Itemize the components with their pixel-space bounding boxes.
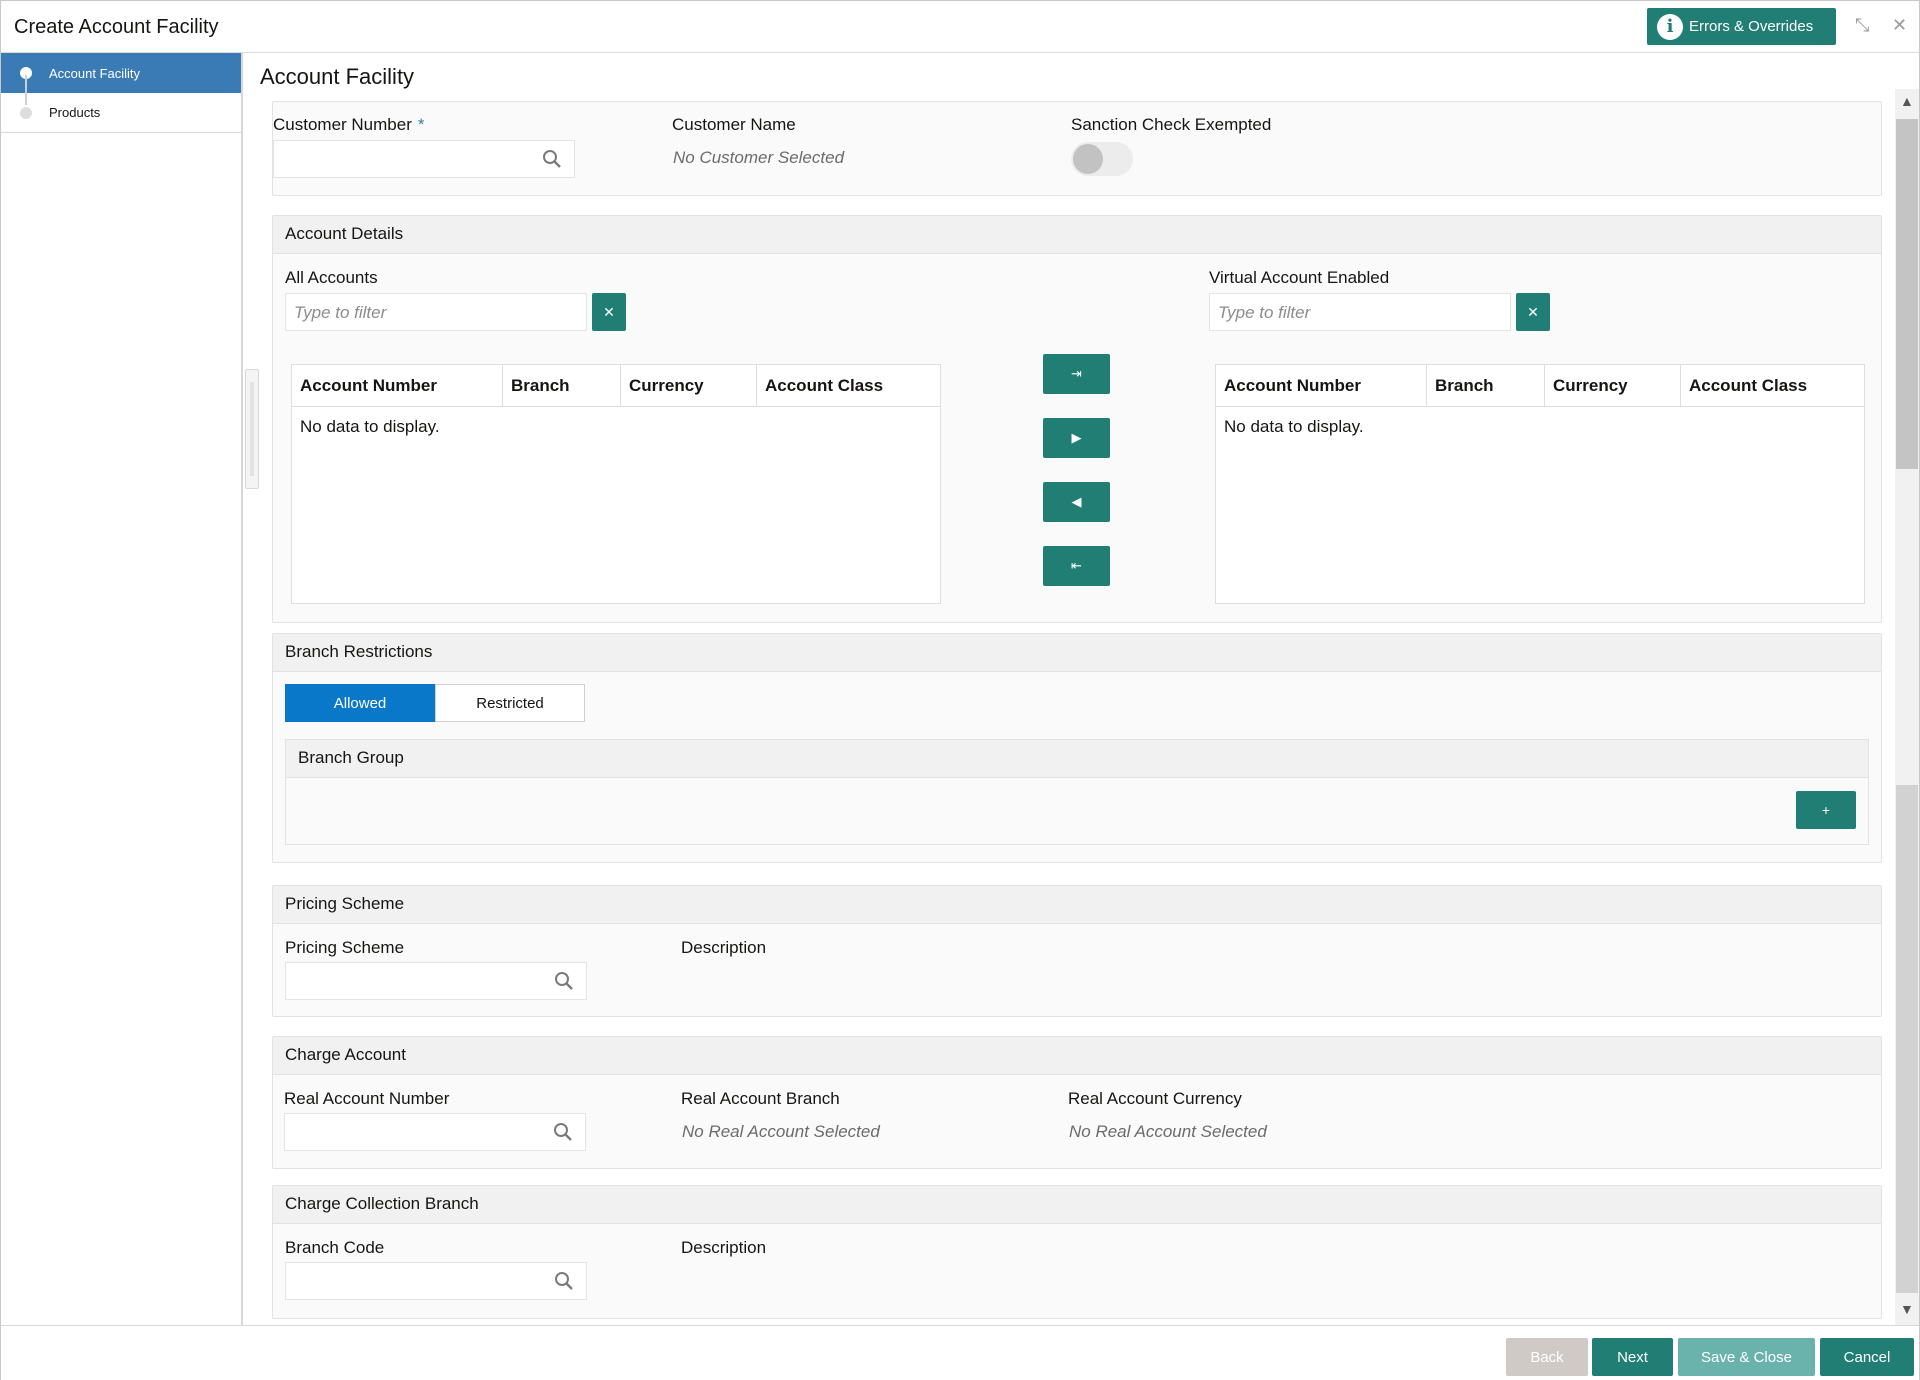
- move-all-right-button[interactable]: ⇥: [1043, 354, 1110, 394]
- required-mark: *: [417, 115, 425, 134]
- main-scrollbar[interactable]: ▲ ▼: [1895, 89, 1919, 1325]
- charge-collection-branch-header: Charge Collection Branch: [273, 1186, 1881, 1224]
- customer-name-value: No Customer Selected: [673, 148, 845, 167]
- minimize-icon[interactable]: ⤡: [1855, 15, 1869, 36]
- page-title: Account Facility: [260, 64, 415, 89]
- add-branch-group-button[interactable]: +: [1796, 791, 1856, 829]
- pricing-scheme-label: Pricing Scheme: [285, 938, 405, 957]
- scrollbar-thumb[interactable]: [1896, 119, 1918, 469]
- branch-code-input[interactable]: [285, 1262, 587, 1300]
- sidebar-resize-handle[interactable]: [245, 369, 259, 489]
- account-details-header: Account Details: [273, 216, 1881, 254]
- pricing-scheme-input[interactable]: [285, 962, 587, 1000]
- all-accounts-table: Account Number Branch Currency Account C…: [291, 364, 941, 604]
- create-account-facility-window: Create Account Facility i Errors & Overr…: [0, 0, 1920, 1380]
- empty-message: No data to display.: [1224, 417, 1364, 436]
- clear-all-filter-button[interactable]: ✕: [592, 293, 626, 331]
- column-header[interactable]: Branch: [503, 365, 621, 406]
- cancel-button[interactable]: Cancel: [1820, 1338, 1914, 1376]
- real-account-branch-label: Real Account Branch: [681, 1089, 840, 1108]
- real-account-number-label: Real Account Number: [284, 1089, 450, 1108]
- sanction-check-label: Sanction Check Exempted: [1071, 115, 1272, 134]
- real-account-currency-value: No Real Account Selected: [1069, 1122, 1267, 1141]
- sidebar-item-account-facility[interactable]: Account Facility: [1, 53, 241, 93]
- empty-message: No data to display.: [300, 417, 440, 436]
- footer-bar: Back Next Save & Close Cancel: [1, 1325, 1919, 1380]
- scroll-up-icon[interactable]: ▲: [1900, 93, 1914, 109]
- customer-number-label: Customer Number *: [273, 115, 425, 134]
- branch-description-label: Description: [681, 1238, 767, 1257]
- move-all-right-icon: ⇥: [1071, 366, 1082, 381]
- step-pending-icon: [20, 106, 32, 119]
- pricing-scheme-header: Pricing Scheme: [273, 886, 1881, 924]
- all-accounts-filter-input[interactable]: Type to filter: [285, 293, 587, 331]
- charge-account-header: Charge Account: [273, 1037, 1881, 1075]
- column-header[interactable]: Branch: [1427, 365, 1545, 406]
- move-all-left-icon: ⇤: [1071, 558, 1082, 573]
- allowed-segment[interactable]: Allowed: [285, 684, 435, 722]
- customer-number-input[interactable]: [273, 140, 575, 178]
- virtual-accounts-table: Account Number Branch Currency Account C…: [1215, 364, 1865, 604]
- column-header[interactable]: Account Class: [1681, 365, 1864, 406]
- next-button[interactable]: Next: [1592, 1338, 1673, 1376]
- window-title: Create Account Facility: [14, 16, 219, 38]
- column-header[interactable]: Currency: [621, 365, 757, 406]
- errors-overrides-label: Errors & Overrides: [1689, 18, 1814, 35]
- real-account-number-input[interactable]: [284, 1113, 586, 1151]
- search-icon[interactable]: [542, 149, 562, 169]
- close-icon[interactable]: ✕: [1892, 15, 1907, 36]
- table-header: Account Number Branch Currency Account C…: [1216, 365, 1864, 407]
- virtual-account-label: Virtual Account Enabled: [1209, 268, 1390, 287]
- sidebar-item-label: Account Facility: [49, 65, 141, 81]
- clear-icon: ✕: [603, 303, 615, 320]
- table-header: Account Number Branch Currency Account C…: [292, 365, 940, 407]
- move-left-icon: ◀: [1071, 494, 1082, 509]
- move-right-button[interactable]: ▶: [1043, 418, 1110, 458]
- toggle-knob: [1073, 144, 1103, 174]
- customer-name-label: Customer Name: [672, 115, 796, 134]
- column-header[interactable]: Account Class: [757, 365, 940, 406]
- search-icon[interactable]: [554, 971, 574, 991]
- save-close-button[interactable]: Save & Close: [1678, 1338, 1815, 1376]
- sidebar-item-label: Products: [49, 105, 101, 120]
- column-header[interactable]: Account Number: [1216, 365, 1427, 406]
- restricted-segment[interactable]: Restricted: [435, 684, 585, 722]
- virtual-accounts-filter-input[interactable]: Type to filter: [1209, 293, 1511, 331]
- clear-virtual-filter-button[interactable]: ✕: [1516, 293, 1550, 331]
- sanction-check-toggle[interactable]: [1071, 142, 1133, 176]
- move-left-button[interactable]: ◀: [1043, 482, 1110, 522]
- branch-code-label: Branch Code: [285, 1238, 385, 1257]
- move-right-icon: ▶: [1071, 430, 1082, 445]
- move-all-left-button[interactable]: ⇤: [1043, 546, 1110, 586]
- info-icon: i: [1657, 13, 1683, 40]
- plus-icon: +: [1821, 802, 1831, 818]
- real-account-currency-label: Real Account Currency: [1068, 1089, 1242, 1108]
- pricing-description-label: Description: [681, 938, 767, 957]
- errors-overrides-button[interactable]: i Errors & Overrides: [1647, 8, 1836, 45]
- scrollbar-track-lower: [1896, 785, 1918, 1293]
- search-icon[interactable]: [554, 1271, 574, 1291]
- branch-group-panel: Branch Group: [285, 739, 1869, 845]
- scroll-down-icon[interactable]: ▼: [1900, 1301, 1914, 1317]
- sidebar-item-products[interactable]: Products: [1, 93, 241, 133]
- sidebar: Account Facility Products: [1, 53, 243, 1325]
- search-icon[interactable]: [553, 1122, 573, 1142]
- window-header: Create Account Facility i Errors & Overr…: [1, 1, 1919, 53]
- branch-group-header: Branch Group: [286, 740, 1868, 778]
- branch-restrictions-header: Branch Restrictions: [273, 634, 1881, 672]
- back-button[interactable]: Back: [1506, 1338, 1588, 1376]
- clear-icon: ✕: [1527, 303, 1539, 320]
- column-header[interactable]: Currency: [1545, 365, 1681, 406]
- column-header[interactable]: Account Number: [292, 365, 503, 406]
- all-accounts-label: All Accounts: [285, 268, 378, 287]
- real-account-branch-value: No Real Account Selected: [682, 1122, 880, 1141]
